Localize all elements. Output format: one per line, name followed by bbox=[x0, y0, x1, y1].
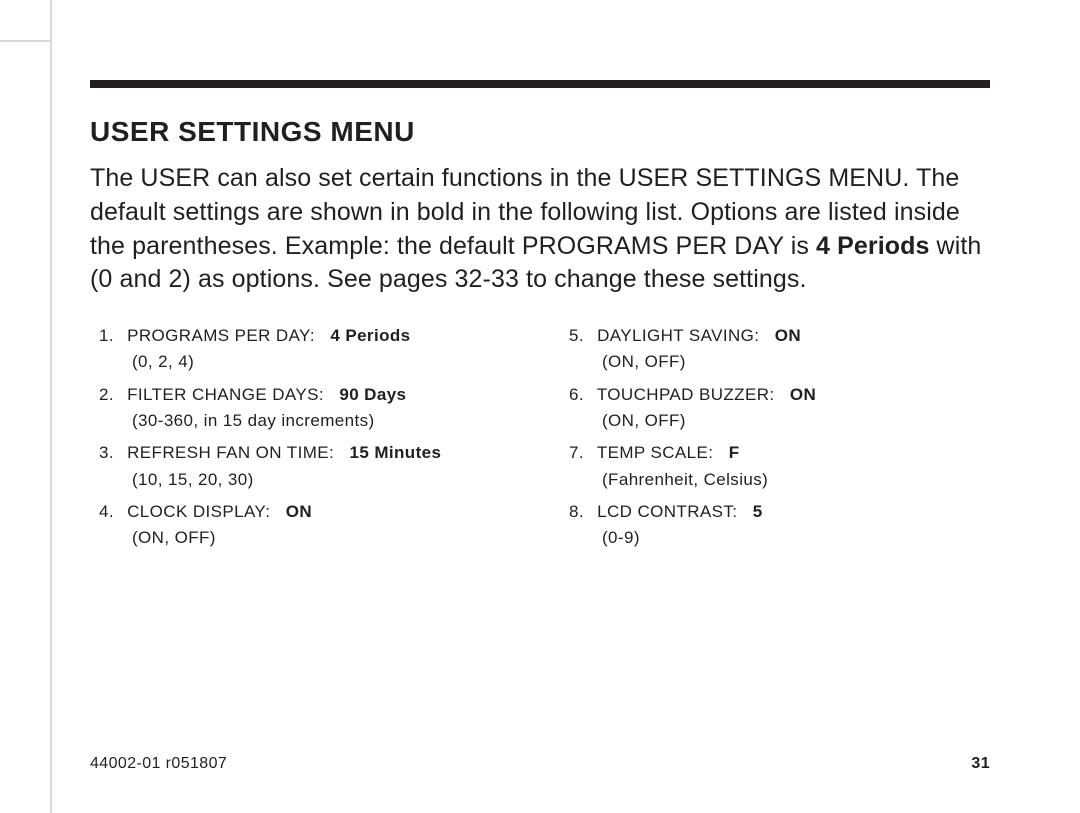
setting-item: 4. CLOCK DISPLAY: ON (ON, OFF) bbox=[90, 499, 520, 552]
page-footer: 44002-01 r051807 31 bbox=[90, 755, 990, 773]
setting-options: (ON, OFF) bbox=[602, 408, 990, 434]
setting-label: CLOCK DISPLAY: bbox=[127, 502, 270, 521]
setting-default: F bbox=[729, 443, 740, 462]
setting-item: 7. TEMP SCALE: F (Fahrenheit, Celsius) bbox=[560, 440, 990, 493]
setting-default: 90 Days bbox=[339, 385, 406, 404]
page-content: USER SETTINGS MENU The USER can also set… bbox=[90, 80, 990, 558]
top-rule bbox=[90, 80, 990, 88]
setting-options: (0, 2, 4) bbox=[132, 349, 520, 375]
setting-number: 7. bbox=[560, 440, 584, 466]
settings-col-right: 5. DAYLIGHT SAVING: ON (ON, OFF) 6. TOUC… bbox=[560, 323, 990, 558]
page-number: 31 bbox=[971, 755, 990, 773]
setting-options: (30-360, in 15 day increments) bbox=[132, 408, 520, 434]
setting-default: ON bbox=[775, 326, 801, 345]
setting-label: TOUCHPAD BUZZER: bbox=[597, 385, 775, 404]
setting-label: TEMP SCALE: bbox=[597, 443, 714, 462]
setting-number: 8. bbox=[560, 499, 584, 525]
setting-default: ON bbox=[790, 385, 816, 404]
setting-options: (Fahrenheit, Celsius) bbox=[602, 467, 990, 493]
setting-number: 4. bbox=[90, 499, 114, 525]
setting-label: REFRESH FAN ON TIME: bbox=[127, 443, 334, 462]
setting-options: (0-9) bbox=[602, 525, 990, 551]
section-title: USER SETTINGS MENU bbox=[90, 116, 990, 148]
intro-paragraph: The USER can also set certain functions … bbox=[90, 162, 990, 297]
setting-item: 6. TOUCHPAD BUZZER: ON (ON, OFF) bbox=[560, 382, 990, 435]
setting-item: 5. DAYLIGHT SAVING: ON (ON, OFF) bbox=[560, 323, 990, 376]
setting-number: 3. bbox=[90, 440, 114, 466]
setting-options: (10, 15, 20, 30) bbox=[132, 467, 520, 493]
page-gutter bbox=[50, 0, 52, 813]
setting-number: 1. bbox=[90, 323, 114, 349]
doc-id: 44002-01 r051807 bbox=[90, 755, 227, 773]
setting-default: ON bbox=[286, 502, 312, 521]
setting-number: 5. bbox=[560, 323, 584, 349]
settings-columns: 1. PROGRAMS PER DAY: 4 Periods (0, 2, 4)… bbox=[90, 323, 990, 558]
setting-item: 1. PROGRAMS PER DAY: 4 Periods (0, 2, 4) bbox=[90, 323, 520, 376]
setting-default: 4 Periods bbox=[330, 326, 410, 345]
setting-label: PROGRAMS PER DAY: bbox=[127, 326, 315, 345]
setting-label: LCD CONTRAST: bbox=[597, 502, 737, 521]
settings-col-left: 1. PROGRAMS PER DAY: 4 Periods (0, 2, 4)… bbox=[90, 323, 520, 558]
setting-item: 2. FILTER CHANGE DAYS: 90 Days (30-360, … bbox=[90, 382, 520, 435]
setting-label: DAYLIGHT SAVING: bbox=[597, 326, 759, 345]
setting-item: 8. LCD CONTRAST: 5 (0-9) bbox=[560, 499, 990, 552]
intro-bold: 4 Periods bbox=[816, 232, 929, 260]
setting-item: 3. REFRESH FAN ON TIME: 15 Minutes (10, … bbox=[90, 440, 520, 493]
page-gutter-tick bbox=[0, 40, 52, 42]
setting-default: 15 Minutes bbox=[350, 443, 442, 462]
setting-label: FILTER CHANGE DAYS: bbox=[127, 385, 324, 404]
setting-options: (ON, OFF) bbox=[132, 525, 520, 551]
setting-default: 5 bbox=[753, 502, 763, 521]
setting-number: 6. bbox=[560, 382, 584, 408]
setting-number: 2. bbox=[90, 382, 114, 408]
setting-options: (ON, OFF) bbox=[602, 349, 990, 375]
